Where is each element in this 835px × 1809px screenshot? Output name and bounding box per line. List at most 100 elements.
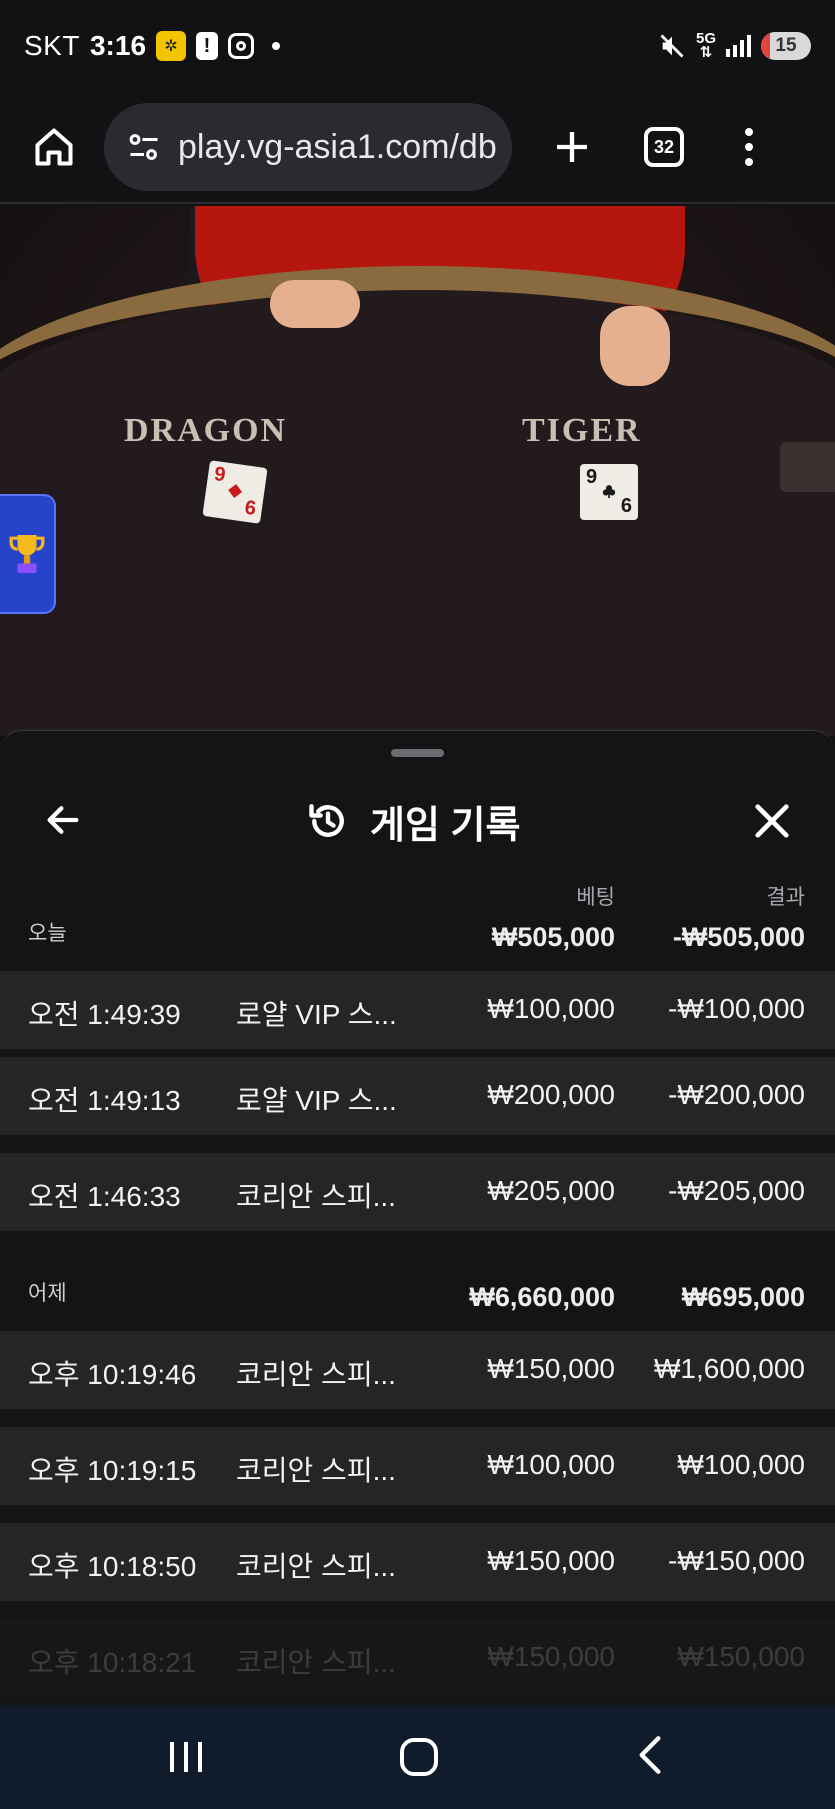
row-time: 오후 10:19:46: [28, 1359, 197, 1390]
row-bet: ₩150,000: [487, 1545, 615, 1576]
more-notifications-dot-icon: [272, 42, 281, 50]
group-result-total: ₩695,000: [681, 1282, 805, 1312]
game-video[interactable]: DRAGON TIGER 9 6 9 6: [0, 206, 835, 736]
row-result: -₩100,000: [668, 993, 805, 1024]
network-type: 5G ⇅: [695, 30, 716, 61]
row-game: 코리안 스피...: [236, 1359, 396, 1390]
screen: SKT 3:16 ✲ ! 5G ⇅ 15 play.vg-asia1.com/d…: [0, 0, 835, 1809]
table-row[interactable]: 오후 10:18:50 코리안 스피... ₩150,000 -₩150,000: [0, 1523, 835, 1601]
table-row[interactable]: 오전 1:46:33 코리안 스피... ₩205,000 -₩205,000: [0, 1153, 835, 1231]
home-button[interactable]: [24, 117, 84, 177]
site-settings-button[interactable]: [124, 127, 164, 167]
card-rank: 9: [586, 466, 598, 488]
sheet-drag-handle[interactable]: [391, 749, 444, 757]
row-time: 오전 1:46:33: [28, 1181, 181, 1212]
back-nav-button[interactable]: [635, 1735, 665, 1780]
row-bet: ₩100,000: [487, 1449, 615, 1480]
row-result: ₩150,000: [677, 1641, 805, 1672]
clock: 3:16: [89, 30, 147, 61]
group-label: 오늘: [28, 922, 67, 945]
dealer-hand: [600, 306, 670, 386]
table-row[interactable]: 오후 10:19:15 코리안 스피... ₩100,000 ₩100,000: [0, 1427, 835, 1505]
arrow-left-icon: [47, 806, 79, 834]
tune-icon: [129, 134, 158, 160]
home-nav-button[interactable]: [399, 1738, 438, 1776]
group-bet-total: ₩6,660,000: [469, 1282, 615, 1312]
row-bet: ₩150,000: [487, 1353, 615, 1384]
more-vert-icon: [745, 128, 753, 136]
row-game: 로얄 VIP 스...: [236, 999, 397, 1030]
table-row[interactable]: 오전 1:49:39 로얄 VIP 스... ₩100,000 -₩100,00…: [0, 971, 835, 1049]
group-result-total: -₩505,000: [672, 922, 805, 952]
club-suit-icon: [602, 485, 616, 498]
table-row[interactable]: 오후 10:18:21 코리안 스피... ₩150,000 ₩150,000: [0, 1619, 835, 1697]
tab-switcher-button[interactable]: 32: [644, 127, 684, 167]
column-header-bet: 베팅: [576, 886, 615, 909]
status-left: SKT 3:16 ✲ !: [24, 30, 281, 62]
trophy-button[interactable]: [0, 494, 56, 614]
card-rank: 9: [212, 463, 227, 487]
column-header-result: 결과: [766, 886, 805, 909]
row-result: ₩1,600,000: [654, 1353, 805, 1384]
card-rank-bottom: 6: [243, 496, 258, 520]
mute-icon: [660, 34, 684, 58]
row-time: 오전 1:49:13: [28, 1085, 181, 1116]
address-bar[interactable]: play.vg-asia1.com/db: [104, 103, 512, 191]
back-chevron-icon: [639, 1735, 661, 1774]
row-game: 코리안 스피...: [236, 1455, 396, 1486]
browser-menu-button[interactable]: [734, 117, 764, 177]
page-title: 게임 기록: [370, 804, 521, 847]
network-type-label: 5G: [695, 30, 716, 47]
row-bet: ₩150,000: [487, 1641, 615, 1672]
url-text: play.vg-asia1.com/db: [178, 127, 497, 166]
row-result: -₩205,000: [668, 1175, 805, 1206]
dragon-label: DRAGON: [124, 412, 288, 449]
recent-apps-button[interactable]: [170, 1742, 202, 1772]
notification-app-icon: ✲: [156, 31, 187, 61]
tab-count: 32: [653, 136, 675, 157]
alert-notification-icon: !: [196, 32, 219, 60]
row-time: 오후 10:18:50: [28, 1551, 197, 1582]
tiger-label: TIGER: [522, 412, 642, 449]
new-tab-button[interactable]: [542, 117, 602, 177]
recent-apps-icon: [170, 1742, 174, 1772]
status-bar: SKT 3:16 ✲ ! 5G ⇅ 15: [0, 0, 835, 92]
group-header-today: 오늘 ₩505,000 -₩505,000: [0, 911, 835, 961]
row-time: 오후 10:18:21: [28, 1647, 197, 1678]
table-felt: [0, 290, 835, 736]
battery-level: 15: [775, 35, 797, 56]
instagram-notification-icon: [228, 33, 255, 59]
home-icon: [35, 128, 73, 166]
row-result: -₩200,000: [668, 1079, 805, 1110]
game-history-sheet: 게임 기록 베팅 결과 오늘 ₩505,000 -₩505,000 오전 1:4…: [0, 730, 835, 1705]
dragon-card: 9 6: [202, 460, 268, 524]
row-time: 오후 10:19:15: [28, 1455, 197, 1486]
dealer-hand: [270, 280, 360, 328]
row-game: 로얄 VIP 스...: [236, 1085, 397, 1116]
system-navigation-bar: [0, 1705, 835, 1809]
tiger-card: 9 6: [580, 464, 638, 520]
card-rank-bottom: 6: [620, 495, 632, 517]
row-result: -₩150,000: [668, 1545, 805, 1576]
browser-toolbar: play.vg-asia1.com/db 32: [0, 92, 835, 204]
row-bet: ₩200,000: [487, 1079, 615, 1110]
status-right: 5G ⇅ 15: [658, 30, 811, 61]
row-time: 오전 1:49:39: [28, 999, 181, 1030]
trophy-icon: [9, 535, 45, 573]
table-row[interactable]: 오전 1:49:13 로얄 VIP 스... ₩200,000 -₩200,00…: [0, 1057, 835, 1135]
row-bet: ₩205,000: [487, 1175, 615, 1206]
row-game: 코리안 스피...: [236, 1551, 396, 1582]
close-button[interactable]: [746, 795, 798, 847]
row-bet: ₩100,000: [487, 993, 615, 1024]
row-game: 코리안 스피...: [236, 1181, 396, 1212]
group-header-yesterday: 어제 ₩6,660,000 ₩695,000: [0, 1271, 835, 1321]
row-result: ₩100,000: [677, 1449, 805, 1480]
plus-icon: [557, 132, 587, 162]
table-row[interactable]: 오후 10:19:46 코리안 스피... ₩150,000 ₩1,600,00…: [0, 1331, 835, 1409]
sheet-header: 게임 기록: [0, 771, 835, 871]
battery-icon: 15: [761, 32, 811, 60]
group-bet-total: ₩505,000: [491, 922, 615, 952]
back-button[interactable]: [38, 795, 88, 845]
carrier-label: SKT: [24, 30, 80, 61]
row-game: 코리안 스피...: [236, 1647, 396, 1678]
